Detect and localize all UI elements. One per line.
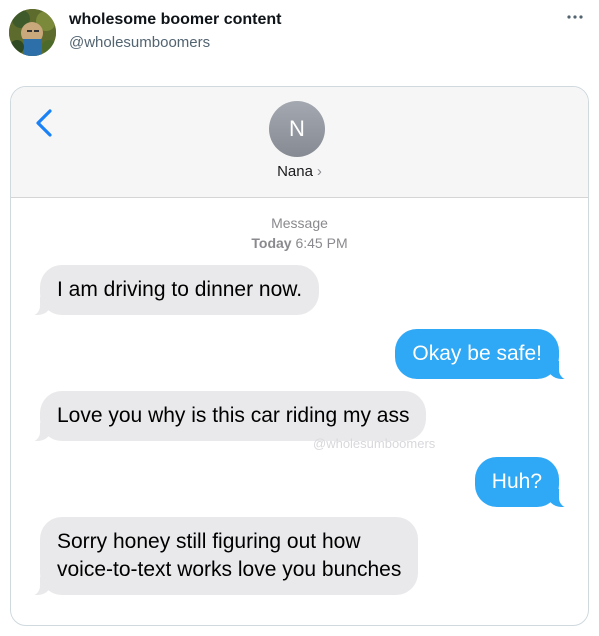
message-text: I am driving to dinner now. (57, 278, 303, 301)
screenshot-media[interactable]: N Nana › Message Today 6:45 PM I am drivi… (10, 86, 589, 626)
incoming-message[interactable]: I am driving to dinner now. (27, 265, 320, 316)
timestamp-day: Today (251, 235, 292, 251)
timestamp-time: 6:45 PM (295, 235, 348, 251)
conversation-meta: Message Today 6:45 PM (11, 213, 588, 253)
incoming-message[interactable]: Love you why is this car riding my ass (27, 391, 427, 442)
contact-initial: N (289, 116, 305, 141)
incoming-message[interactable]: Sorry honey still figuring out how voice… (27, 517, 419, 596)
messages-header: N Nana › (11, 87, 588, 198)
chevron-right-icon: › (316, 163, 322, 180)
avatar-image (9, 9, 56, 56)
message-text: Huh? (491, 470, 542, 493)
service-label: Message (271, 215, 328, 231)
user-handle[interactable]: @wholesumboomers (69, 34, 210, 51)
more-horizontal-icon[interactable] (564, 6, 586, 28)
outgoing-message[interactable]: Huh? (474, 457, 572, 508)
message-text: Okay be safe! (412, 342, 542, 365)
contact-name: Nana (277, 163, 313, 180)
outgoing-message[interactable]: Okay be safe! (395, 329, 571, 380)
profile-avatar[interactable] (9, 9, 56, 56)
display-name[interactable]: wholesome boomer content (69, 11, 281, 29)
timestamp: Today 6:45 PM (11, 233, 588, 253)
tweet-header: wholesome boomer content @wholesumboomer… (0, 0, 599, 80)
watermark: @wholesumboomers (313, 436, 436, 451)
contact-name-button[interactable]: Nana › (11, 163, 588, 180)
contact-avatar[interactable]: N (269, 101, 325, 157)
message-text: Sorry honey still figuring out how voice… (57, 530, 402, 581)
message-text: Love you why is this car riding my ass (57, 404, 410, 427)
chevron-left-icon[interactable] (33, 107, 57, 139)
